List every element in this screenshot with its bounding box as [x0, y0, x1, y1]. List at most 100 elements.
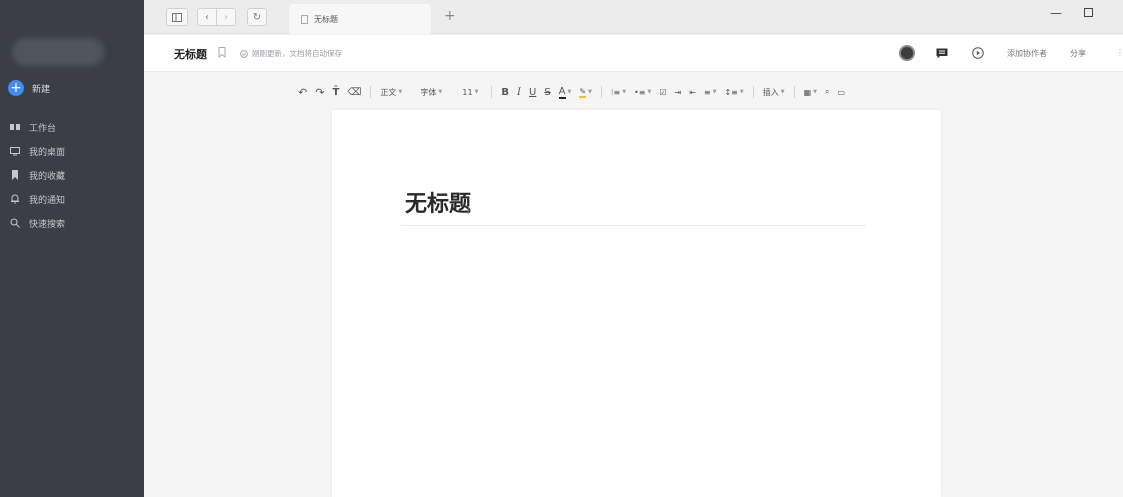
sidebar-item-favorites[interactable]: 我的收藏	[10, 163, 65, 187]
sidebar-item-search[interactable]: 快速搜索	[10, 211, 65, 235]
sidebar: + 新建 工作台 我的桌面 我的收藏 我的通知 快速搜索	[0, 0, 144, 497]
font-family-select[interactable]: 字体 ▼	[416, 84, 458, 100]
check-circle-icon	[240, 49, 248, 58]
forward-button[interactable]: ›	[216, 8, 236, 26]
more-menu-icon[interactable]: ⋮	[1116, 48, 1123, 57]
paragraph-style-value: 正文	[380, 87, 397, 97]
bullet-list-button[interactable]: •≡ ▼	[630, 84, 655, 100]
outdent-icon: ⇤	[689, 87, 696, 97]
save-status: 刚刚更新，文档将自动保存	[240, 48, 342, 59]
undo-icon: ↶	[298, 85, 308, 99]
new-tab-button[interactable]: +	[444, 8, 456, 24]
checkbox-icon: ☑	[659, 87, 667, 97]
line-spacing-button[interactable]: ↕≡ ▼	[720, 84, 747, 100]
font-color-label: A	[558, 85, 566, 99]
outdent-button[interactable]: ⇤	[685, 84, 700, 100]
caret-down-icon: ▼	[780, 89, 785, 95]
document-header: 无标题 刚刚更新，文档将自动保存 添加协作者 分享 ⋮	[144, 35, 1123, 72]
refresh-button[interactable]: ↻	[247, 8, 267, 26]
present-button[interactable]	[970, 45, 986, 61]
italic-button[interactable]: I	[513, 84, 525, 100]
title-bar: ‹ › ↻ 无标题 + —	[144, 0, 1123, 34]
sidebar-item-desktop[interactable]: 我的桌面	[10, 139, 65, 163]
sidebar-item-label: 我的收藏	[29, 171, 66, 182]
sidebar-item-label: 工作台	[29, 123, 57, 134]
user-profile-blurred[interactable]	[12, 38, 104, 66]
caret-down-icon: ▼	[588, 89, 592, 95]
share-button[interactable]: 分享	[1070, 48, 1086, 59]
caret-down-icon: ▼	[398, 89, 403, 95]
add-comment-button[interactable]: ▭	[834, 84, 850, 100]
toolbar-divider	[370, 86, 372, 98]
toolbar-divider	[491, 86, 493, 98]
bell-icon	[11, 194, 19, 204]
bullet-list-icon: •≡	[634, 87, 646, 97]
caret-down-icon: ▼	[739, 89, 744, 95]
align-button[interactable]: ≡ ▼	[700, 84, 721, 100]
avatar[interactable]	[899, 45, 915, 61]
toggle-sidebar-button[interactable]	[166, 8, 188, 26]
find-replace-icon: ⌕	[825, 87, 830, 96]
align-left-icon: ≡	[703, 87, 711, 97]
sidebar-item-notifications[interactable]: 我的通知	[10, 187, 65, 211]
format-painter-icon: T̄	[332, 86, 340, 98]
back-button[interactable]: ‹	[197, 8, 217, 26]
bookmark-outline-icon[interactable]	[218, 47, 226, 58]
strikethrough-button[interactable]: S	[540, 84, 554, 100]
underline-button[interactable]: U	[525, 84, 540, 100]
document-page[interactable]: 无标题 I	[332, 110, 941, 497]
caret-down-icon: ▼	[622, 89, 627, 95]
font-family-value: 字体	[420, 87, 437, 97]
bold-button[interactable]: B	[497, 84, 513, 100]
redo-icon: ↷	[315, 85, 325, 99]
refresh-icon: ↻	[252, 11, 262, 23]
maximize-icon	[1084, 8, 1093, 17]
workbench-icon	[10, 124, 20, 130]
insert-menu-button[interactable]: 插入 ▼	[759, 84, 789, 100]
minimize-button[interactable]: —	[1050, 6, 1062, 20]
caret-down-icon: ▼	[474, 89, 479, 95]
desktop-icon	[10, 147, 20, 156]
font-color-button[interactable]: A ▼	[555, 84, 576, 100]
tab-untitled[interactable]: 无标题	[289, 4, 431, 34]
sidebar-item-workbench[interactable]: 工作台	[10, 115, 65, 139]
highlight-button[interactable]: ✎ ▼	[575, 84, 596, 100]
caret-down-icon: ▼	[712, 89, 717, 95]
toolbar-divider	[752, 86, 754, 98]
tab-label: 无标题	[314, 14, 338, 24]
clear-format-button[interactable]: ⌫	[343, 84, 365, 100]
indent-button[interactable]: ⇥	[671, 84, 686, 100]
document-title-header[interactable]: 无标题	[174, 46, 207, 62]
table-button[interactable]: ▦ ▼	[800, 84, 821, 100]
document-title[interactable]: 无标题	[405, 186, 471, 218]
ordered-list-button[interactable]: ⁝≡ ▼	[607, 84, 630, 100]
font-size-select[interactable]: 11 ▼	[458, 84, 486, 100]
comment-add-icon: ▭	[837, 87, 846, 97]
font-size-value: 11	[462, 87, 473, 97]
chevron-right-icon: ›	[224, 11, 228, 23]
comment-icon	[936, 48, 948, 58]
format-painter-button[interactable]: T̄	[328, 84, 343, 100]
table-icon: ▦	[803, 87, 812, 97]
new-document-button[interactable]: + 新建	[8, 80, 50, 96]
plus-icon: +	[8, 80, 24, 96]
toolbar-divider	[793, 86, 795, 98]
add-collaborator-button[interactable]: 添加协作者	[1007, 48, 1047, 59]
paragraph-style-select[interactable]: 正文 ▼	[376, 84, 416, 100]
title-divider	[402, 225, 866, 226]
text-cursor-icon: I	[467, 207, 470, 216]
toolbar-divider	[600, 86, 602, 98]
maximize-button[interactable]	[1084, 6, 1093, 20]
insert-label: 插入	[762, 87, 779, 97]
caret-down-icon: ▼	[567, 89, 572, 95]
sidebar-item-label: 我的通知	[29, 195, 66, 206]
find-replace-button[interactable]: ⌕	[821, 84, 833, 100]
redo-button[interactable]: ↷	[311, 84, 328, 100]
app-root: + 新建 工作台 我的桌面 我的收藏 我的通知 快速搜索 ‹ › ↻ 无标题 +…	[0, 0, 1123, 497]
undo-button[interactable]: ↶	[294, 84, 311, 100]
comment-button[interactable]	[934, 45, 950, 61]
sidebar-item-label: 我的桌面	[29, 147, 66, 158]
checklist-button[interactable]: ☑	[655, 84, 670, 100]
format-toolbar: ↶ ↷ T̄ ⌫ 正文 ▼ 字体 ▼ 11 ▼ B I U S A ▼ ✎ ▼ ⁝≡ ▼ •…	[294, 84, 849, 100]
sidebar-toggle-icon	[172, 12, 182, 22]
